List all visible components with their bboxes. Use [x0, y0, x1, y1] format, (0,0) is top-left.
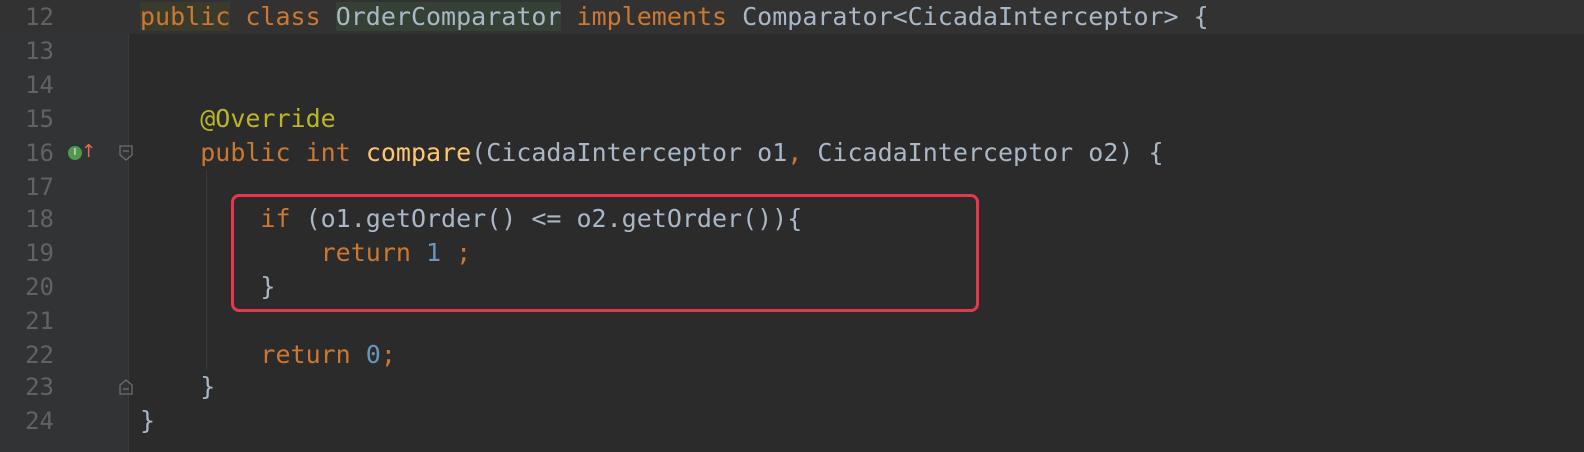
line-number: 19	[25, 239, 54, 267]
line-number: 17	[25, 173, 54, 201]
line-number: 18	[25, 205, 54, 233]
line-number: 14	[25, 71, 54, 99]
line-number: 13	[25, 37, 54, 65]
code-text: return 0;	[260, 340, 396, 369]
code-line-14[interactable]: 14	[0, 68, 1584, 102]
implements-icon[interactable]: I	[68, 146, 82, 160]
fold-open-icon[interactable]	[118, 144, 134, 162]
code-text: }	[200, 372, 216, 401]
line-number: 15	[25, 105, 54, 133]
line-number: 21	[25, 307, 54, 335]
code-text: public int compare(CicadaInterceptor o1,…	[200, 138, 1164, 167]
code-line-23[interactable]: 23 }	[0, 370, 1584, 404]
line-number: 22	[25, 341, 54, 369]
code-line-15[interactable]: 15 @Override	[0, 102, 1584, 136]
line-number: 23	[25, 373, 54, 401]
line-number: 24	[25, 407, 54, 435]
fold-close-icon[interactable]	[118, 378, 134, 396]
code-editor[interactable]: 12 public class OrderComparator implemen…	[0, 0, 1584, 452]
line-number: 16	[25, 139, 54, 167]
code-text: public class OrderComparator implements …	[140, 2, 1209, 31]
code-line-13[interactable]: 13	[0, 34, 1584, 68]
code-line-22[interactable]: 22 return 0;	[0, 338, 1584, 372]
annotation-highlight-box	[231, 194, 979, 312]
code-line-12[interactable]: 12 public class OrderComparator implemen…	[0, 0, 1584, 34]
line-number: 20	[25, 273, 54, 301]
override-arrow-up-icon[interactable]: ↑	[81, 141, 96, 163]
line-number: 12	[25, 3, 54, 31]
code-line-24[interactable]: 24 }	[0, 404, 1584, 438]
code-line-16[interactable]: 16 public int compare(CicadaInterceptor …	[0, 136, 1584, 170]
code-text: }	[140, 406, 156, 435]
code-text: @Override	[200, 104, 336, 133]
